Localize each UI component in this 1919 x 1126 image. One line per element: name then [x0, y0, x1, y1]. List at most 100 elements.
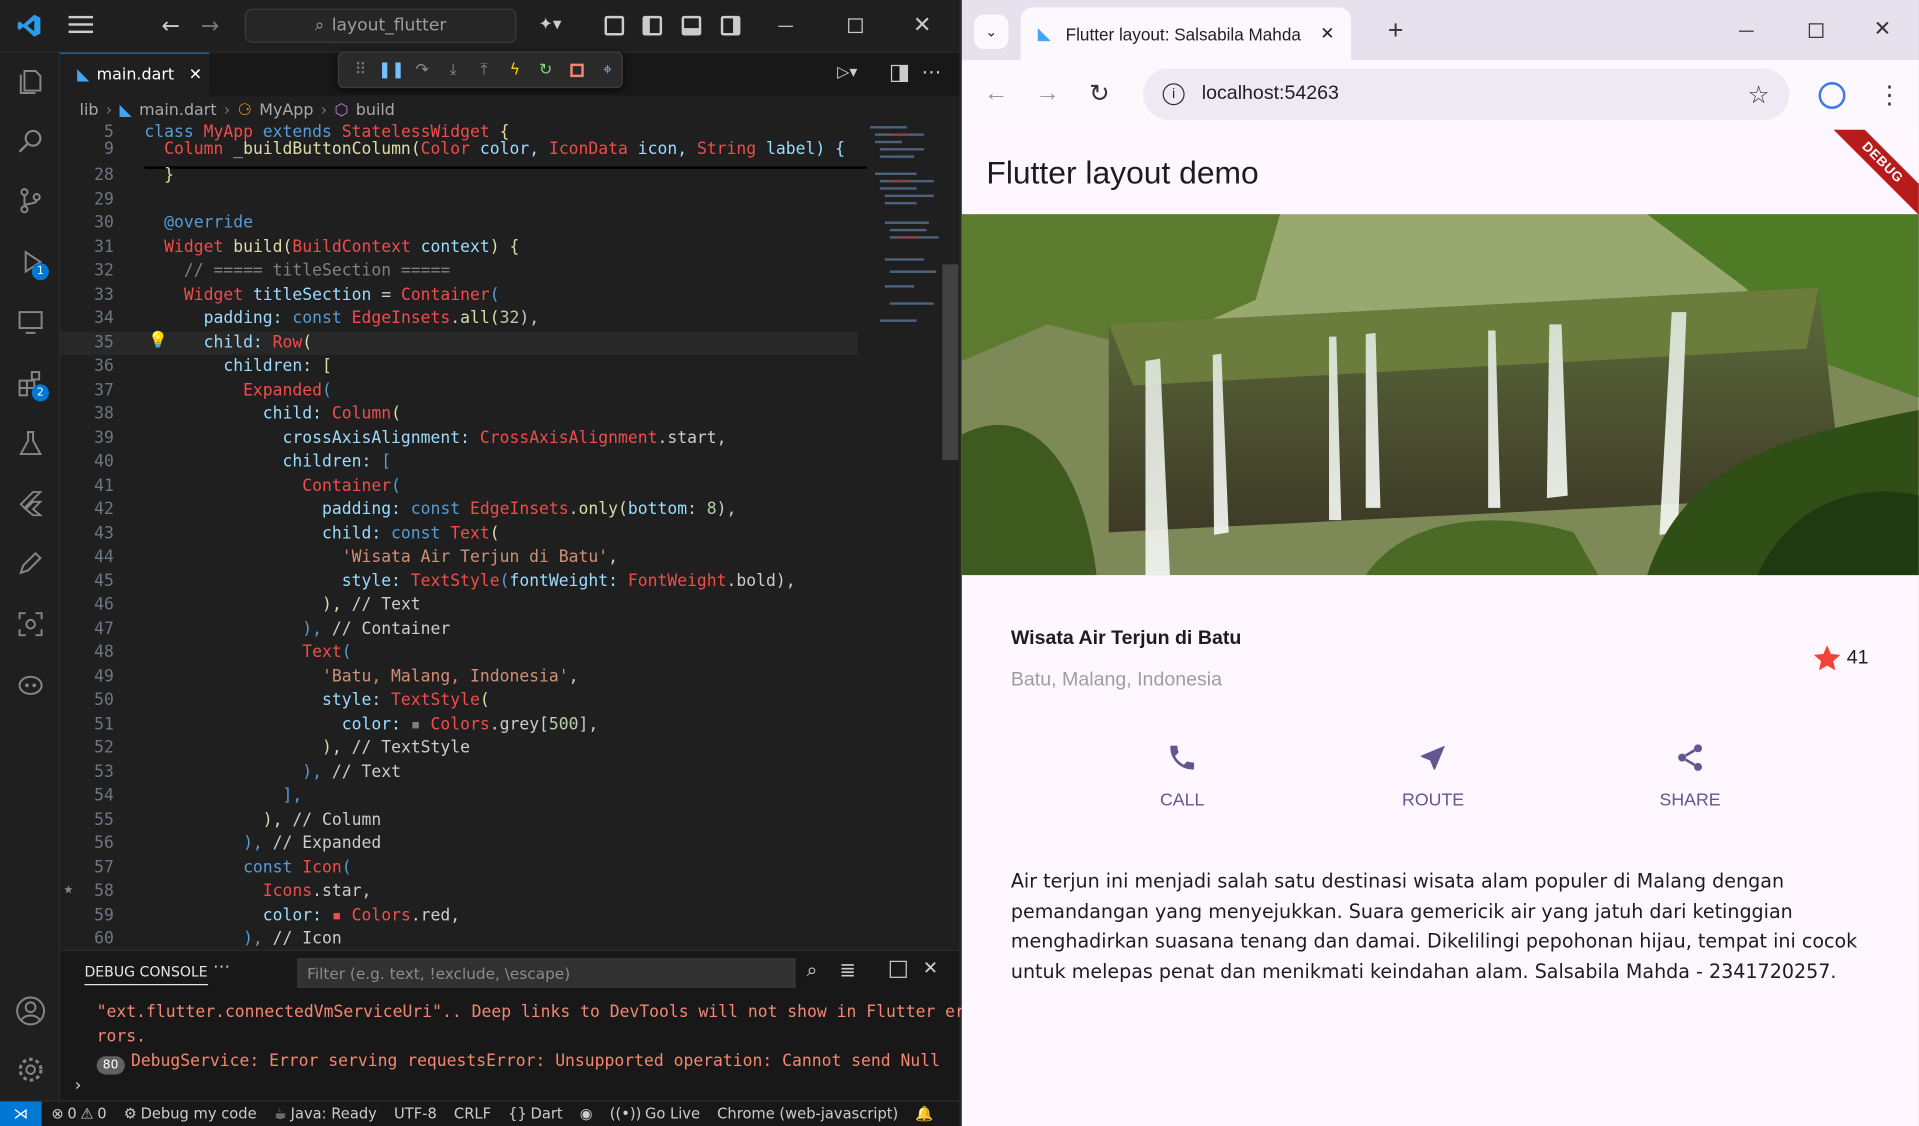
device-status[interactable]: Chrome (web-javascript)	[717, 1105, 898, 1122]
more-panels-icon[interactable]: ⋯	[213, 957, 230, 977]
filter-search-icon[interactable]: ⌕	[806, 958, 817, 982]
back-arrow-icon[interactable]: ←	[162, 13, 180, 39]
search-view-icon[interactable]	[0, 116, 60, 165]
line-number: 32	[94, 261, 114, 281]
back-arrow-icon[interactable]: ←	[984, 80, 1008, 108]
bookmark-star-icon[interactable]: ☆	[1748, 79, 1770, 110]
problems-indicator[interactable]: ⊗ 0 ⚠ 0	[51, 1105, 106, 1122]
new-tab-plus-icon[interactable]: +	[1388, 15, 1404, 47]
navigation-arrow-icon	[1417, 742, 1449, 774]
phone-icon	[1166, 742, 1198, 774]
breadcrumb-file[interactable]: main.dart	[139, 101, 216, 119]
maximize-panel-icon[interactable]	[889, 960, 907, 978]
devtools-inspect-icon[interactable]: ⌖	[593, 55, 621, 84]
pause-icon[interactable]: ❚❚	[377, 55, 405, 84]
split-editor-icon[interactable]	[890, 64, 909, 83]
reload-icon[interactable]: ↻	[1089, 78, 1110, 109]
line-number: 47	[94, 619, 114, 639]
debug-console-tab[interactable]: DEBUG CONSOLE	[84, 963, 208, 986]
toggle-sidebar-icon[interactable]	[642, 15, 663, 36]
share-button[interactable]: SHARE	[1617, 742, 1764, 810]
line-number: 40	[94, 452, 114, 472]
forward-arrow-icon[interactable]: →	[201, 13, 219, 39]
explorer-icon[interactable]	[0, 58, 60, 107]
breadcrumb-method[interactable]: build	[356, 101, 395, 119]
star-gutter-icon: ★	[63, 879, 74, 899]
restart-icon[interactable]: ↻	[532, 55, 560, 84]
pen-edit-icon[interactable]	[0, 539, 60, 588]
command-center-search[interactable]: ⌕ layout_flutter	[244, 8, 517, 43]
flutter-outline-icon[interactable]	[0, 479, 60, 528]
toggle-secondary-sidebar-icon[interactable]	[720, 15, 741, 36]
code-text: Expanded(	[144, 381, 332, 400]
stop-icon[interactable]	[562, 55, 590, 84]
copilot-icon[interactable]: ✦▾	[538, 15, 561, 35]
step-over-icon[interactable]: ↷	[408, 55, 436, 84]
minimize-icon[interactable]	[1739, 30, 1754, 32]
call-button[interactable]: CALL	[1109, 742, 1256, 810]
site-info-icon[interactable]: i	[1162, 83, 1185, 106]
line-number: 45	[94, 572, 114, 591]
extensions-icon[interactable]: 2	[0, 359, 60, 408]
encoding-status[interactable]: UTF-8	[394, 1105, 437, 1122]
route-button[interactable]: ROUTE	[1360, 742, 1507, 810]
code-editor[interactable]: 5 class MyApp extends StatelessWidget {9 …	[59, 123, 960, 949]
run-debug-dropdown-icon[interactable]: ▷▾	[837, 64, 857, 82]
step-out-icon[interactable]: ⤒	[470, 55, 498, 84]
java-status[interactable]: ☕ Java: Ready	[274, 1105, 377, 1122]
breadcrumb-lib[interactable]: lib	[80, 101, 99, 119]
lightbulb-icon[interactable]: 💡	[148, 332, 168, 350]
close-tab-icon[interactable]: ✕	[189, 65, 202, 83]
step-into-icon[interactable]: ⤓	[439, 55, 467, 84]
code-text: ), // Text	[144, 596, 421, 615]
language-status[interactable]: {} Dart	[508, 1105, 562, 1122]
description-text: Air terjun ini menjadi salah satu destin…	[1010, 870, 1858, 983]
maximize-icon[interactable]	[1808, 23, 1824, 38]
drag-handle-icon[interactable]: ⠿	[346, 55, 374, 84]
forward-arrow-icon[interactable]: →	[1035, 80, 1059, 108]
maximize-icon[interactable]	[848, 18, 863, 34]
layout-icon[interactable]	[604, 15, 625, 36]
console-prompt-chevron-icon[interactable]: ›	[75, 1076, 82, 1096]
code-line: 49 'Batu, Malang, Indonesia',	[60, 665, 868, 689]
code-line: 47 ), // Container	[60, 617, 868, 641]
more-actions-icon[interactable]: ⋯	[922, 60, 942, 83]
settings-gear-icon[interactable]	[0, 1045, 60, 1094]
close-panel-icon[interactable]: ✕	[923, 957, 938, 979]
remote-indicator-icon[interactable]: ⋊	[0, 1101, 42, 1126]
console-filter-input[interactable]: Filter (e.g. text, !exclude, \escape)	[297, 958, 796, 988]
clear-console-icon[interactable]: ≣	[840, 958, 856, 981]
source-control-icon[interactable]	[0, 176, 60, 225]
menu-icon[interactable]	[68, 15, 94, 35]
profile-avatar-icon[interactable]	[1818, 82, 1846, 109]
chrome-menu-icon[interactable]: ⋮	[1877, 80, 1901, 111]
toggle-panel-icon[interactable]	[681, 15, 702, 36]
address-bar[interactable]: i localhost:54263 ☆	[1143, 68, 1790, 120]
run-debug-icon[interactable]: 1	[0, 237, 60, 286]
testing-flask-icon[interactable]	[0, 419, 60, 468]
code-line: 30 @override	[60, 212, 868, 236]
editor-scrollbar[interactable]	[942, 264, 959, 461]
tab-main-dart[interactable]: ◣ main.dart ✕	[59, 52, 210, 96]
chrome-tab-strip: ⌄ ◣ Flutter layout: Salsabila Mahda ✕ + …	[961, 0, 1919, 60]
tab-search-chevron-icon[interactable]: ⌄	[974, 14, 1009, 49]
close-window-icon[interactable]: ✕	[913, 12, 931, 38]
breadcrumb-class[interactable]: MyApp	[259, 101, 313, 119]
notifications-bell-icon[interactable]: 🔔	[915, 1105, 933, 1122]
hot-reload-icon[interactable]: ϟ	[501, 55, 529, 84]
copilot-status-icon[interactable]: ◉	[580, 1105, 593, 1122]
copilot-chat-icon[interactable]	[0, 660, 60, 709]
close-window-icon[interactable]: ✕	[1874, 17, 1891, 41]
account-icon[interactable]	[0, 986, 60, 1035]
code-text: crossAxisAlignment: CrossAxisAlignment.s…	[144, 428, 727, 448]
debug-status[interactable]: ⚙ Debug my code	[124, 1105, 257, 1122]
line-number: 36	[94, 357, 114, 376]
minimap[interactable]	[868, 124, 941, 344]
remote-explorer-icon[interactable]	[0, 297, 60, 346]
inspect-icon[interactable]	[0, 600, 60, 649]
go-live-status[interactable]: ((•)) Go Live	[610, 1105, 700, 1122]
chrome-tab-active[interactable]: ◣ Flutter layout: Salsabila Mahda ✕	[1020, 7, 1352, 60]
minimize-icon[interactable]	[778, 25, 794, 27]
close-tab-icon[interactable]: ✕	[1320, 23, 1334, 44]
eol-status[interactable]: CRLF	[454, 1105, 491, 1122]
